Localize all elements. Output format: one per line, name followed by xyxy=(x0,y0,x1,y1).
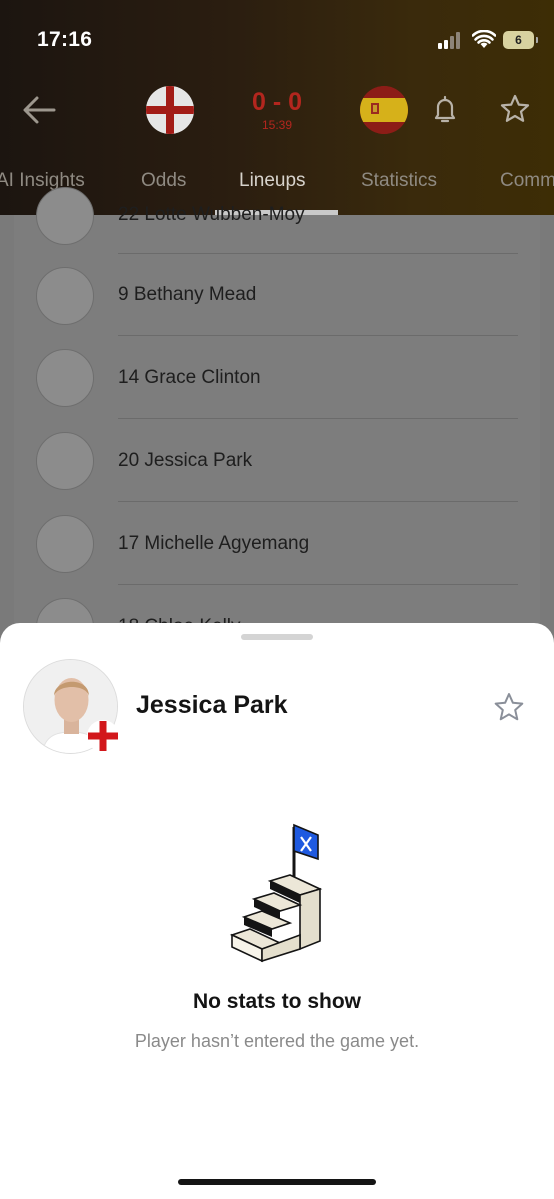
player-name: 17 Michelle Agyemang xyxy=(118,533,310,554)
divider xyxy=(118,584,518,585)
list-item[interactable]: 9 Bethany Mead xyxy=(14,255,540,337)
divider xyxy=(118,501,518,502)
lineup-list: 22 Lotte Wubben-Moy 9 Bethany Mead 14 Gr… xyxy=(14,187,540,656)
avatar xyxy=(36,187,94,245)
status-time: 17:16 xyxy=(37,28,93,51)
match-summary: 0 - 0 15:39 xyxy=(0,80,554,150)
avatar xyxy=(36,267,94,325)
back-arrow-icon[interactable] xyxy=(22,94,56,126)
cellular-signal-icon xyxy=(438,32,464,49)
divider xyxy=(118,418,518,419)
avatar xyxy=(36,432,94,490)
empty-state-subtitle: Player hasn’t entered the game yet. xyxy=(134,1031,420,1051)
home-indicator[interactable] xyxy=(178,1179,376,1185)
player-name: 22 Lotte Wubben-Moy xyxy=(118,204,305,225)
spain-flag-icon[interactable] xyxy=(360,86,408,134)
score: 0 - 0 xyxy=(251,88,303,116)
battery-icon: 6 xyxy=(503,31,538,49)
list-item[interactable]: 20 Jessica Park xyxy=(14,420,540,502)
match-clock: 15:39 xyxy=(261,118,293,132)
favorite-star-icon[interactable] xyxy=(500,94,530,124)
player-name: 14 Grace Clinton xyxy=(118,367,261,388)
list-item[interactable]: 14 Grace Clinton xyxy=(14,337,540,419)
avatar xyxy=(36,515,94,573)
list-item[interactable]: 22 Lotte Wubben-Moy xyxy=(14,175,540,257)
list-item[interactable]: 17 Michelle Agyemang xyxy=(14,503,540,585)
player-name: 9 Bethany Mead xyxy=(118,284,257,305)
avatar xyxy=(36,349,94,407)
player-bottom-sheet: Jessica Park No stats to show Player has… xyxy=(0,623,554,1199)
divider xyxy=(118,335,518,336)
divider xyxy=(118,253,518,254)
wifi-icon xyxy=(472,30,496,48)
empty-state-title: No stats to show xyxy=(192,990,361,1013)
bell-icon[interactable] xyxy=(432,95,458,125)
follow-star-icon[interactable] xyxy=(493,691,525,723)
status-bar: 17:16 6 xyxy=(0,0,554,80)
sheet-grabber[interactable] xyxy=(241,634,313,640)
podium-flag-illustration xyxy=(229,823,323,963)
england-flag-icon xyxy=(87,720,119,752)
england-flag-icon[interactable] xyxy=(146,86,194,134)
player-name: 20 Jessica Park xyxy=(118,450,253,471)
player-name-title: Jessica Park xyxy=(136,691,288,719)
